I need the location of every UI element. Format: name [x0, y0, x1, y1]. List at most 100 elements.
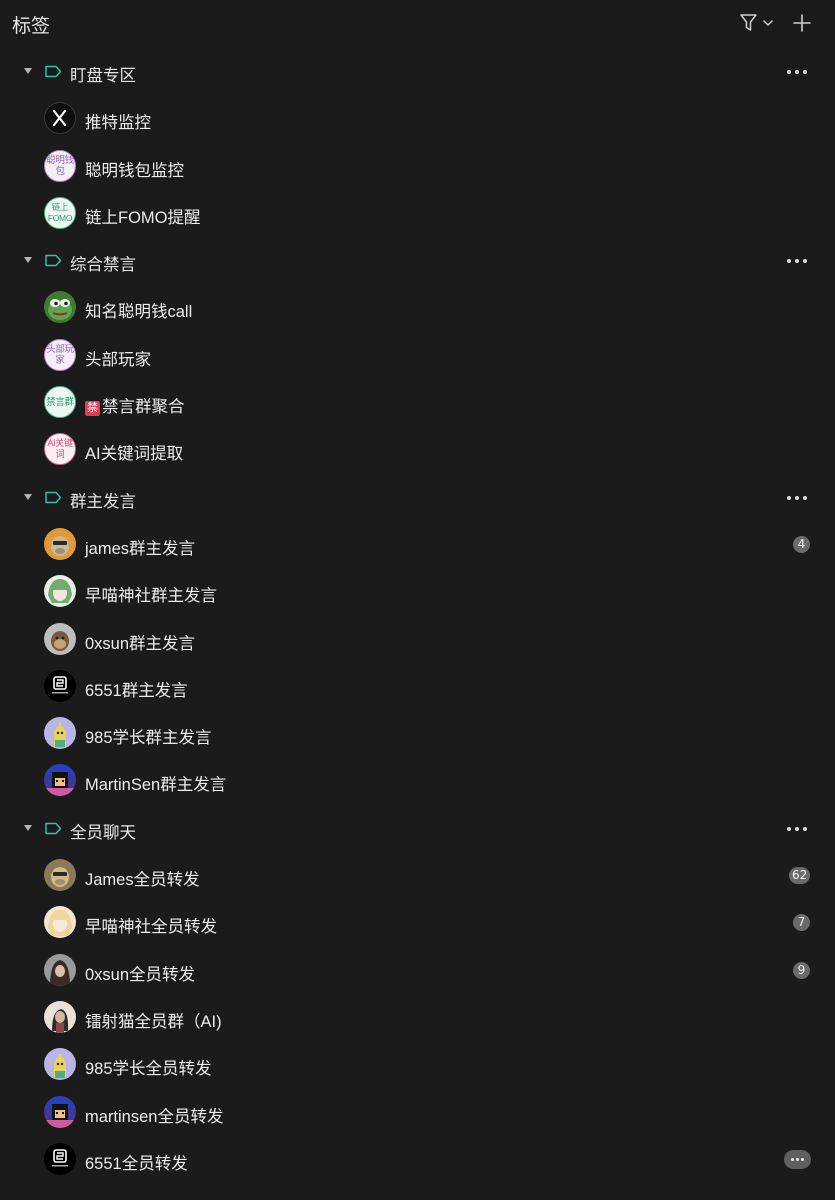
list-item-label: 早喵神社全员转发	[85, 918, 217, 937]
anime-avatar	[44, 575, 76, 608]
list-item-label: 985学长群主发言	[85, 729, 212, 748]
list-item-label: james群主发言	[85, 539, 196, 558]
group-header-盯盘专区[interactable]: 盯盘专区	[0, 48, 835, 95]
list-item-label: 6551群主发言	[85, 681, 188, 700]
list-item-label: 早喵神社群主发言	[85, 587, 217, 606]
group-more-button[interactable]	[784, 59, 810, 83]
add-button[interactable]	[789, 10, 815, 36]
avatar-text: 禁言群	[46, 396, 74, 408]
text-avatar: 链上FOMO	[44, 196, 76, 229]
pixel-avatar	[44, 764, 76, 797]
avatar-text: AI关键词	[47, 438, 73, 460]
list-item[interactable]: 聪明钱包 聪明钱包监控	[0, 143, 835, 190]
avatar-text: 聪明钱包	[46, 154, 74, 177]
hooded-avatar	[44, 953, 76, 986]
tag-outline-icon	[45, 254, 62, 267]
x-logo-icon	[52, 110, 67, 127]
group-more-button[interactable]	[784, 816, 810, 840]
list-item[interactable]: 0xsun全员转发 9	[0, 947, 835, 994]
group-label: 群主发言	[70, 492, 136, 511]
list-item-label: James全员转发	[85, 871, 200, 890]
text-avatar: 聪明钱包	[44, 149, 76, 182]
list-item-label: 知名聪明钱call	[85, 303, 193, 322]
caret-down-icon[interactable]	[24, 68, 32, 74]
pixel-avatar	[44, 1095, 76, 1128]
list-item-label: 镭射猫全员群（AI)	[85, 1012, 222, 1031]
list-item-label: AI关键词提取	[85, 445, 184, 464]
filter-button[interactable]	[738, 12, 778, 34]
list-item[interactable]: MartinSen群主发言	[0, 757, 835, 804]
text-avatar: 头部玩家	[44, 338, 76, 371]
caret-down-icon[interactable]	[24, 493, 32, 500]
list-item[interactable]: 头部玩家 头部玩家	[0, 332, 835, 379]
list-item[interactable]: 链上FOMO 链上FOMO提醒	[0, 190, 835, 237]
unread-badge: 7	[793, 914, 810, 932]
group-header-群主发言[interactable]: 群主发言	[0, 474, 835, 521]
list-item[interactable]: 禁言群 禁禁言群聚合	[0, 379, 835, 426]
text-avatar: AI关键词	[44, 433, 76, 466]
unread-badge: 9	[793, 961, 810, 979]
6551-logo-avatar	[44, 669, 76, 702]
ban-icon: 禁	[85, 401, 100, 417]
list-item[interactable]: james群主发言 4	[0, 521, 835, 568]
list-item-label: 禁禁言群聚合	[85, 393, 185, 417]
unread-badge: 4	[793, 535, 810, 553]
list-item-label: martinsen全员转发	[85, 1107, 224, 1126]
list-item[interactable]: AI关键词 AI关键词提取	[0, 426, 835, 473]
list-item-text: 禁言群聚合	[102, 398, 185, 417]
list-item-label: 0xsun全员转发	[85, 965, 196, 984]
list-item[interactable]: 985学长群主发言	[0, 710, 835, 757]
cartoon-avatar	[44, 1048, 76, 1081]
list-item[interactable]: 0xsun群主发言	[0, 616, 835, 663]
list-item-label: 聪明钱包监控	[85, 161, 184, 180]
list-item-label: 985学长全员转发	[85, 1060, 212, 1079]
list-item[interactable]: martinsen全员转发	[0, 1089, 835, 1136]
caret-down-icon[interactable]	[24, 257, 32, 264]
list-item[interactable]: James全员转发 62	[0, 852, 835, 899]
text-avatar: 禁言群	[44, 386, 76, 419]
portrait-avatar	[44, 1000, 76, 1033]
unread-badge: 62	[789, 867, 811, 885]
list-item-label: 推特监控	[85, 114, 151, 133]
list-item[interactable]: 早喵神社群主发言	[0, 568, 835, 615]
ape-avatar	[44, 622, 76, 655]
group-label: 全员聊天	[70, 823, 136, 842]
group-label: 综合禁言	[70, 256, 136, 275]
ape-avatar	[44, 527, 76, 560]
tag-outline-icon	[45, 822, 62, 834]
plus-icon	[793, 14, 811, 32]
avatar-text: 链上FOMO	[47, 201, 73, 223]
group-label: 盯盘专区	[70, 67, 136, 85]
tag-list: 盯盘专区 推特监控 聪明钱包 聪明钱包监控 链上FOMO 链上FOMO提醒 综合…	[0, 48, 835, 1183]
list-item[interactable]: 早喵神社全员转发 7	[0, 899, 835, 946]
list-item-label: 头部玩家	[85, 350, 151, 369]
panel-header: 标签	[0, 0, 835, 46]
x-logo-avatar	[44, 102, 76, 135]
pepe-frog-avatar	[44, 291, 76, 324]
list-item[interactable]: 985学长全员转发	[0, 1041, 835, 1088]
cartoon-avatar	[44, 717, 76, 750]
group-more-button[interactable]	[784, 485, 810, 509]
anime-avatar	[44, 906, 76, 939]
ape-avatar	[44, 859, 76, 892]
list-item-label: 0xsun群主发言	[85, 634, 196, 653]
list-item[interactable]: 6551群主发言	[0, 663, 835, 710]
item-more-button[interactable]	[784, 1149, 811, 1169]
list-item[interactable]: 推特监控	[0, 95, 835, 142]
caret-down-icon[interactable]	[24, 824, 32, 831]
list-item-label: 链上FOMO提醒	[85, 208, 201, 227]
tag-outline-icon	[45, 65, 62, 78]
list-item-label: MartinSen群主发言	[85, 776, 227, 795]
filter-funnel-icon	[740, 14, 773, 31]
list-item[interactable]: 知名聪明钱call	[0, 284, 835, 331]
panel-title: 标签	[12, 16, 51, 37]
list-item[interactable]: 6551全员转发	[0, 1136, 835, 1183]
group-more-button[interactable]	[784, 248, 810, 272]
avatar-text: 头部玩家	[46, 343, 74, 366]
list-item-label: 6551全员转发	[85, 1154, 188, 1173]
group-header-全员聊天[interactable]: 全员聊天	[0, 805, 835, 852]
6551-logo-avatar	[44, 1142, 76, 1175]
list-item[interactable]: 镭射猫全员群（AI)	[0, 994, 835, 1041]
tag-outline-icon	[45, 491, 62, 503]
group-header-综合禁言[interactable]: 综合禁言	[0, 237, 835, 284]
